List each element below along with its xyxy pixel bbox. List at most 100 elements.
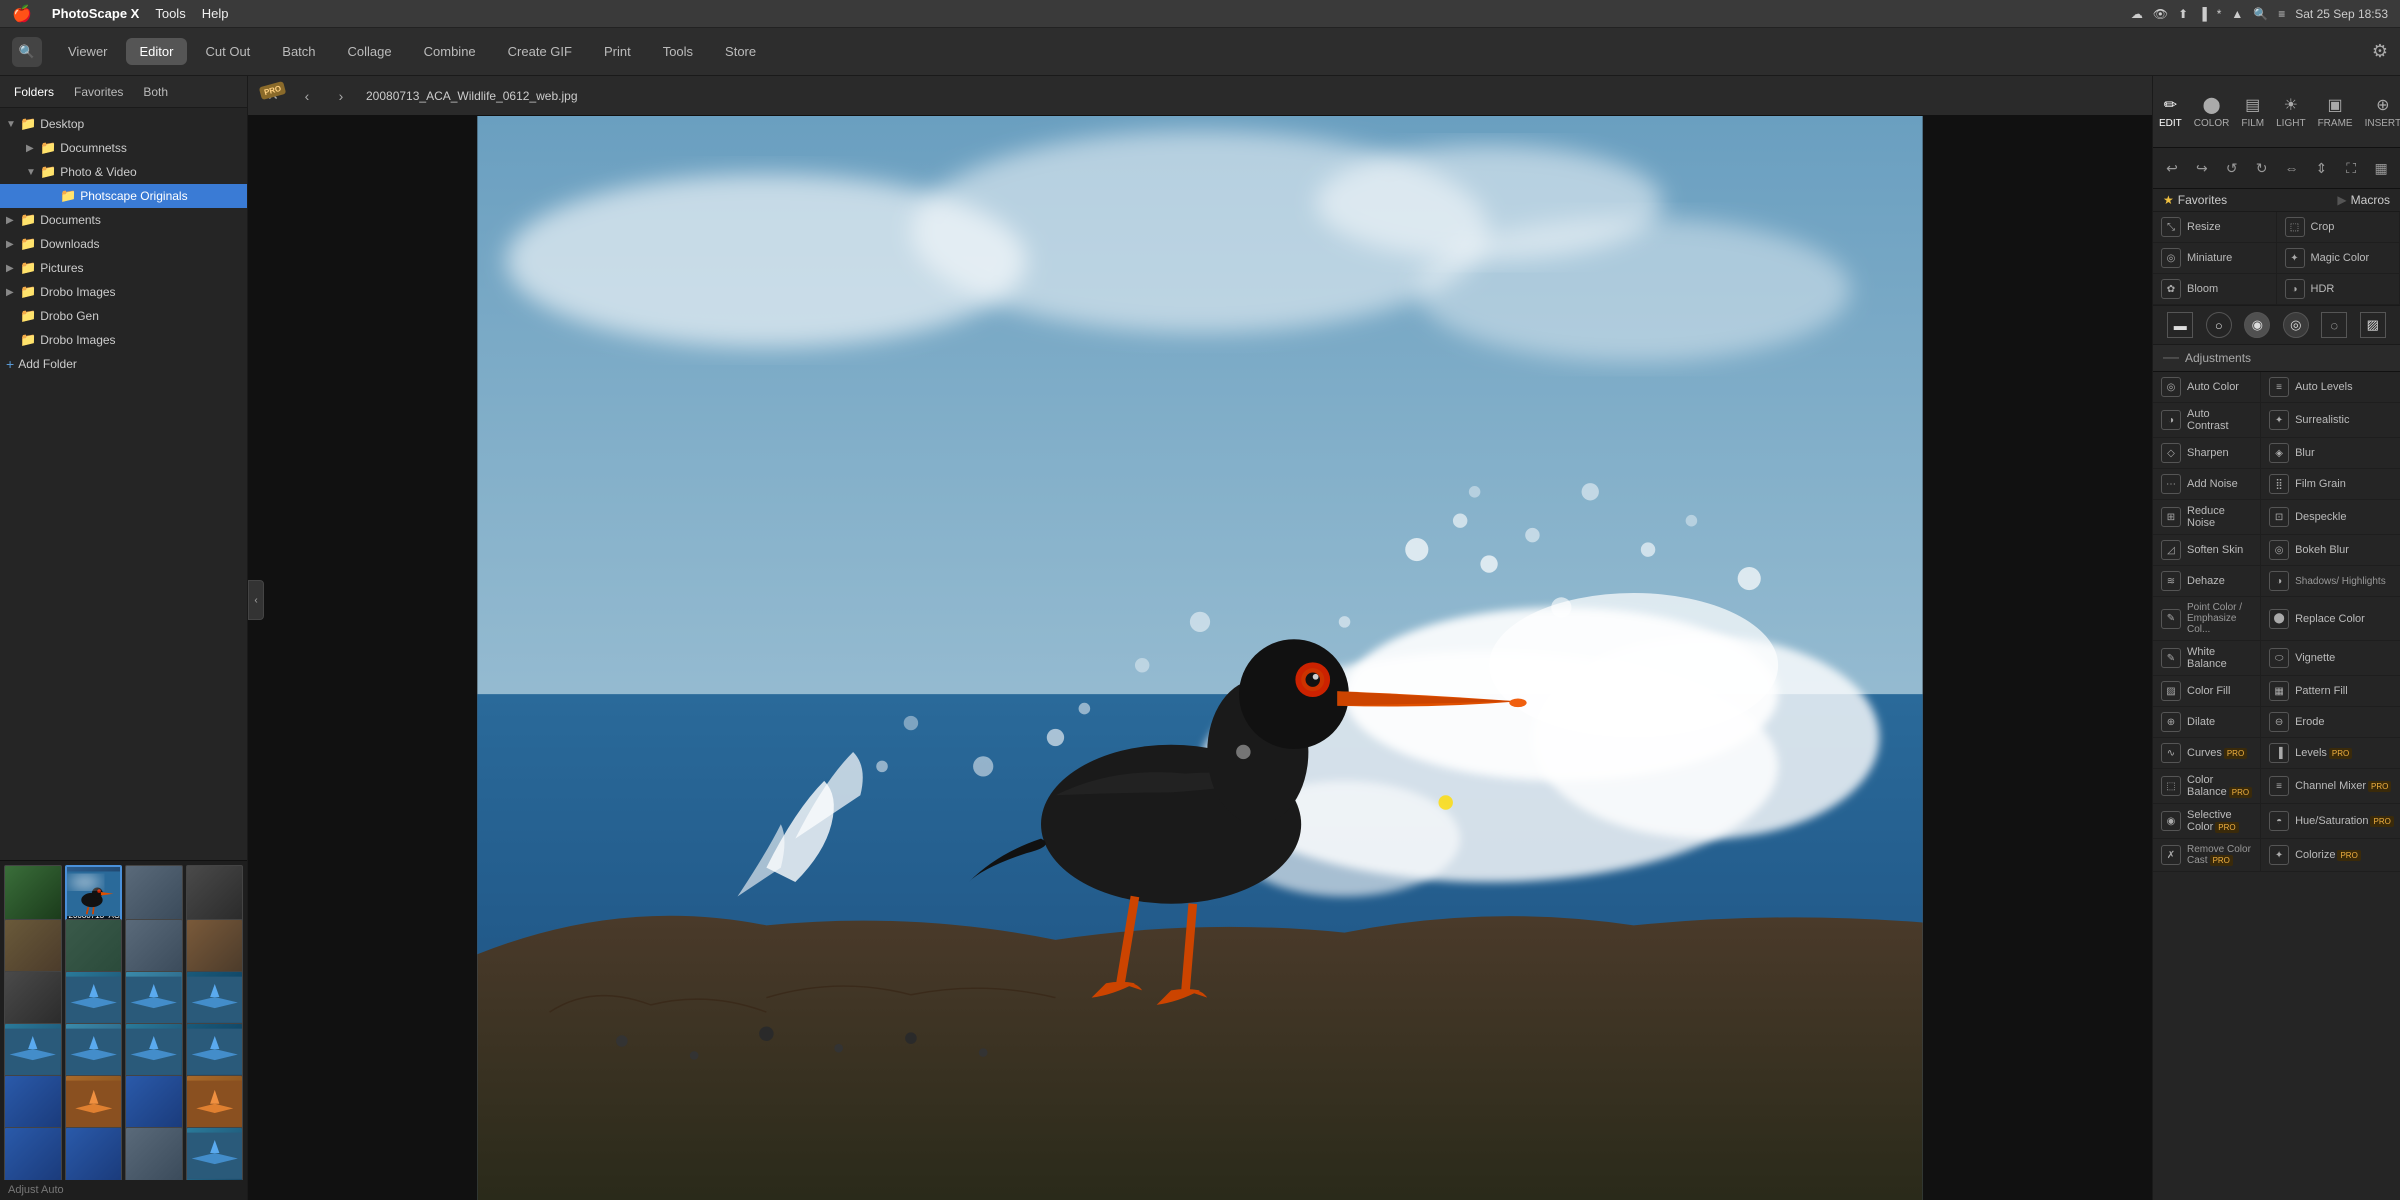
erode-button[interactable]: ⊖ Erode <box>2261 707 2400 738</box>
tree-item-desktop[interactable]: ▼ 📁 Desktop <box>0 112 247 136</box>
color-balance-button[interactable]: ⬚ Color BalancePRO <box>2153 769 2261 804</box>
tab-tools[interactable]: Tools <box>649 38 707 65</box>
apple-menu[interactable]: 🍎 <box>12 4 32 24</box>
tree-item-drobo-images-1[interactable]: ▶ 📁 Drobo Images <box>0 280 247 304</box>
shadows-highlights-button[interactable]: ◑ Shadows/ Highlights <box>2261 566 2400 597</box>
resize-button[interactable]: ⤡ Resize <box>2153 212 2277 243</box>
thumbnail-2[interactable]: 20080713_ACA..jpg <box>65 865 123 923</box>
tab-creategif[interactable]: Create GIF <box>494 38 586 65</box>
circle-soft-button[interactable]: ◎ <box>2283 312 2309 338</box>
soften-skin-button[interactable]: ◿ Soften Skin <box>2153 535 2261 566</box>
cloud-icon[interactable]: ⬆ <box>2178 7 2188 21</box>
tab-folders[interactable]: Folders <box>8 83 60 101</box>
add-noise-button[interactable]: ⋯ Add Noise <box>2153 469 2261 500</box>
tab-store[interactable]: Store <box>711 38 770 65</box>
auto-color-button[interactable]: ◎ Auto Color <box>2153 372 2261 403</box>
tab-cutout[interactable]: Cut Out <box>191 38 264 65</box>
thumbnail-11[interactable] <box>125 971 183 1029</box>
bokeh-blur-button[interactable]: ◎ Bokeh Blur <box>2261 535 2400 566</box>
circle-fill-button[interactable]: ◉ <box>2244 312 2270 338</box>
thumbnail-10[interactable] <box>65 971 123 1029</box>
tree-item-drobo-gen[interactable]: 📁 Drobo Gen <box>0 304 247 328</box>
thumbnail-17[interactable] <box>4 1075 62 1133</box>
favorites-label[interactable]: Favorites <box>2178 193 2227 207</box>
tab-both[interactable]: Both <box>137 83 174 101</box>
dilate-button[interactable]: ⊕ Dilate <box>2153 707 2261 738</box>
film-grain-button[interactable]: ⣿ Film Grain <box>2261 469 2400 500</box>
tab-batch[interactable]: Batch <box>268 38 329 65</box>
colorize-button[interactable]: ✦ ColorizePRO <box>2261 839 2400 872</box>
thumbnail-1[interactable] <box>4 865 62 923</box>
tree-item-documnets[interactable]: ▶ 📁 Documnetss <box>0 136 247 160</box>
color-fill-button[interactable]: ▨ Color Fill <box>2153 676 2261 707</box>
bloom-button[interactable]: ✿ Bloom <box>2153 274 2277 305</box>
tree-item-pictures[interactable]: ▶ 📁 Pictures <box>0 256 247 280</box>
collapse-sidebar-button[interactable]: ‹ <box>248 580 264 620</box>
pattern-fill-button[interactable]: ▦ Pattern Fill <box>2261 676 2400 707</box>
sharpen-button[interactable]: ◇ Sharpen <box>2153 438 2261 469</box>
selective-color-button[interactable]: ◉ Selective ColorPRO <box>2153 804 2261 839</box>
circle-fade-button[interactable]: ◌ <box>2321 312 2347 338</box>
white-balance-button[interactable]: ✎ White Balance <box>2153 641 2261 676</box>
thumbnail-5[interactable] <box>4 919 62 977</box>
thumbnail-20[interactable] <box>186 1075 244 1133</box>
tree-item-photscape-originals[interactable]: 📁 Photscape Originals <box>0 184 247 208</box>
rotate-right-icon[interactable]: ↻ <box>2248 154 2276 182</box>
thumbnail-16[interactable] <box>186 1023 244 1081</box>
menu-help[interactable]: Help <box>202 6 229 21</box>
thumbnail-7[interactable] <box>125 919 183 977</box>
macros-label[interactable]: Macros <box>2351 193 2390 207</box>
flip-h-icon[interactable]: ⇔ <box>2277 154 2305 182</box>
notification-icon[interactable]: ≡ <box>2278 7 2285 21</box>
tree-item-downloads[interactable]: ▶ 📁 Downloads <box>0 232 247 256</box>
layout-icon[interactable]: ▦ <box>2367 154 2395 182</box>
rp-tool-color[interactable]: ⬤ COLOR <box>2188 90 2236 133</box>
expand-icon[interactable]: ⛶ <box>2337 154 2365 182</box>
tab-collage[interactable]: Collage <box>334 38 406 65</box>
thumbnail-13[interactable] <box>4 1023 62 1081</box>
surrealistic-button[interactable]: ✦ Surrealistic <box>2261 403 2400 438</box>
menu-tools[interactable]: Tools <box>155 6 185 21</box>
settings-icon[interactable]: ⚙ <box>2372 41 2388 61</box>
tree-item-documents[interactable]: ▶ 📁 Documents <box>0 208 247 232</box>
circle-shape-button[interactable]: ○ <box>2206 312 2232 338</box>
dehaze-button[interactable]: ≋ Dehaze <box>2153 566 2261 597</box>
tab-editor[interactable]: Editor <box>126 38 188 65</box>
search-icon[interactable]: 🔍 <box>2253 7 2268 21</box>
rp-tool-film[interactable]: ▤ FILM <box>2235 90 2270 133</box>
dropbox-icon[interactable]: ☁ <box>2131 7 2143 21</box>
flip-v-icon[interactable]: ⇕ <box>2307 154 2335 182</box>
tab-print[interactable]: Print <box>590 38 645 65</box>
tab-viewer[interactable]: Viewer <box>54 38 122 65</box>
next-button[interactable]: › <box>328 83 354 109</box>
tree-item-photovideo[interactable]: ▼ 📁 Photo & Video <box>0 160 247 184</box>
thumbnail-3[interactable] <box>125 865 183 923</box>
auto-levels-button[interactable]: ≡ Auto Levels <box>2261 372 2400 403</box>
rp-tool-edit[interactable]: ✏ EDIT <box>2153 90 2188 133</box>
thumbnail-4[interactable] <box>186 865 244 923</box>
tree-item-add-folder[interactable]: + Add Folder <box>0 352 247 376</box>
rotate-left-icon[interactable]: ↺ <box>2218 154 2246 182</box>
fill-button[interactable]: ▨ <box>2360 312 2386 338</box>
vignette-button[interactable]: ⬭ Vignette <box>2261 641 2400 676</box>
thumbnail-22[interactable] <box>65 1127 123 1180</box>
levels-button[interactable]: ▐ LevelsPRO <box>2261 738 2400 769</box>
channel-mixer-button[interactable]: ≡ Channel MixerPRO <box>2261 769 2400 804</box>
thumbnail-24[interactable] <box>186 1127 244 1180</box>
prev-button[interactable]: ‹ <box>294 83 320 109</box>
tree-item-drobo-images-2[interactable]: 📁 Drobo Images <box>0 328 247 352</box>
thumbnail-8[interactable] <box>186 919 244 977</box>
miniature-button[interactable]: ◎ Miniature <box>2153 243 2277 274</box>
thumbnail-12[interactable] <box>186 971 244 1029</box>
bluetooth-icon[interactable]: * <box>2217 7 2222 21</box>
hdr-button[interactable]: ◑ HDR <box>2277 274 2400 305</box>
thumbnail-14[interactable] <box>65 1023 123 1081</box>
hue-saturation-button[interactable]: ◓ Hue/SaturationPRO <box>2261 804 2400 839</box>
magic-color-button[interactable]: ✦ Magic Color <box>2277 243 2400 274</box>
replace-color-button[interactable]: ⬤ Replace Color <box>2261 597 2400 641</box>
auto-contrast-button[interactable]: ◑ Auto Contrast <box>2153 403 2261 438</box>
thumbnail-21[interactable] <box>4 1127 62 1180</box>
redo-icon[interactable]: ↪ <box>2188 154 2216 182</box>
rp-tool-frame[interactable]: ▣ FRAME <box>2312 90 2359 133</box>
thumbnail-23[interactable] <box>125 1127 183 1180</box>
